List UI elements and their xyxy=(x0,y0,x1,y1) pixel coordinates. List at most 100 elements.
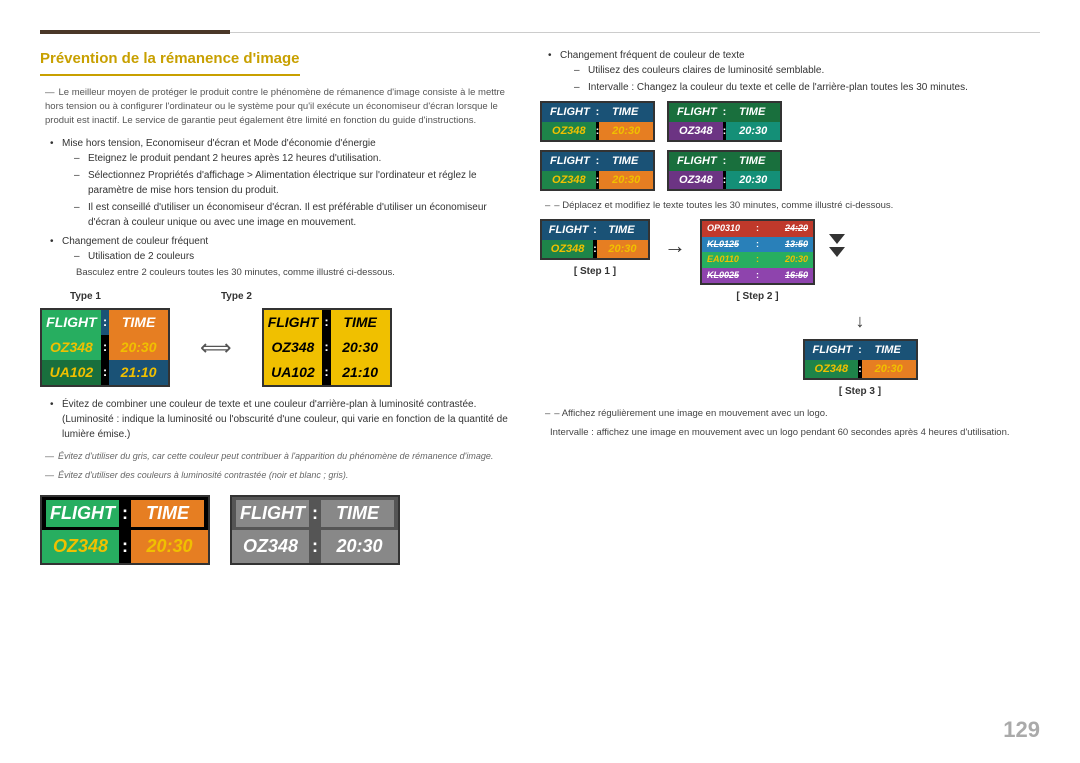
s1d2: 20:30 xyxy=(597,240,648,259)
sub-list-1: Eteignez le produit pendant 2 heures apr… xyxy=(62,151,520,230)
bottom-board-2: FLIGHT : TIME OZ348 : 20:30 xyxy=(230,495,400,565)
s2r4: KL0025 : 16:50 xyxy=(702,268,813,284)
s1-header: FLIGHT : TIME xyxy=(542,221,648,240)
r2ah2: TIME xyxy=(599,153,651,170)
r2a-header: FLIGHT : TIME xyxy=(542,152,653,171)
type1-header: FLIGHT : TIME xyxy=(42,310,168,335)
type2-header: FLIGHT : TIME xyxy=(264,310,390,335)
dark-line xyxy=(40,30,230,34)
r2ad2: 20:30 xyxy=(599,171,653,190)
s2r1: OP0310 : 24:20 xyxy=(702,221,813,237)
page-number: 129 xyxy=(1003,717,1040,743)
t1sep: : xyxy=(101,310,109,335)
r2bh1: FLIGHT xyxy=(671,153,723,170)
bb1dsep: : xyxy=(119,530,131,563)
bb2d1: OZ348 xyxy=(232,530,309,563)
right-boards-row2: FLIGHT : TIME OZ348 : 20:30 FLIGHT : xyxy=(540,150,1040,191)
s3h2: TIME xyxy=(862,342,914,359)
s2r3: EA0110 : 20:30 xyxy=(702,252,813,268)
s3d2: 20:30 xyxy=(862,360,916,379)
page: Prévention de la rémanence d'image Le me… xyxy=(0,0,1080,763)
step3-board: FLIGHT : TIME OZ348 : 20:30 xyxy=(803,339,918,380)
sub-list-2: Utilisation de 2 couleurs xyxy=(62,249,520,264)
sub-item-3: Il est conseillé d'utiliser un économise… xyxy=(74,200,520,230)
intro-note: Le meilleur moyen de protéger le produit… xyxy=(40,86,520,129)
down-arrows xyxy=(829,234,845,260)
s2r3v: 20:30 xyxy=(759,253,811,267)
italic-note2: Évitez d'utiliser des couleurs à luminos… xyxy=(40,469,520,483)
italic-note1: Évitez d'utiliser du gris, car cette cou… xyxy=(40,450,520,464)
t2d2sep: : xyxy=(322,360,330,385)
r1a-header: FLIGHT : TIME xyxy=(542,103,653,122)
r1bh2: TIME xyxy=(726,104,778,121)
step-arrow-1-2: → xyxy=(660,229,690,262)
r1b-row1: OZ348 : 20:30 xyxy=(669,122,780,141)
rs1: Utilisez des couleurs claires de luminos… xyxy=(574,63,1040,78)
right-column: Changement fréquent de couleur de texte … xyxy=(540,48,1040,743)
down-arrow-1 xyxy=(829,234,845,244)
sub-item-1: Eteignez le produit pendant 2 heures apr… xyxy=(74,151,520,166)
basculez-note: Basculez entre 2 couleurs toutes les 30 … xyxy=(62,266,520,280)
r1b-header: FLIGHT : TIME xyxy=(669,103,780,122)
bullet-item-2: Changement de couleur fréquent Utilisati… xyxy=(50,234,520,280)
bb1-row1: OZ348 : 20:30 xyxy=(42,530,208,563)
s3h1: FLIGHT xyxy=(807,342,859,359)
t1h1: FLIGHT xyxy=(42,310,101,335)
s2r1v: 24:20 xyxy=(759,222,811,236)
type-boards-row: FLIGHT : TIME OZ348 : 20:30 UA102 : 21:1… xyxy=(40,308,520,387)
step2-board: OP0310 : 24:20 KL0125 : 13:50 EA0110 : xyxy=(700,219,815,285)
t2h2: TIME xyxy=(331,310,390,335)
step1-label: [ Step 1 ] xyxy=(574,264,616,279)
s1h2: TIME xyxy=(597,222,646,239)
light-line xyxy=(230,32,1040,33)
steps-area: FLIGHT : TIME OZ348 : 20:30 [ Step 1 ] → xyxy=(540,219,1040,304)
r1a-board: FLIGHT : TIME OZ348 : 20:30 xyxy=(540,101,655,142)
type2-row1: OZ348 : 20:30 xyxy=(264,335,390,360)
s1d1: OZ348 xyxy=(542,240,593,259)
sub-item-4: Utilisation de 2 couleurs xyxy=(74,249,520,264)
rs2: Intervalle : Changez la couleur du texte… xyxy=(574,80,1040,95)
s3-header: FLIGHT : TIME xyxy=(805,341,916,360)
bottom-board-1: FLIGHT : TIME OZ348 : 20:30 xyxy=(40,495,210,565)
r2ad1: OZ348 xyxy=(542,171,596,190)
type-labels: Type 1 Type 2 xyxy=(40,289,520,304)
s2r2v: 13:50 xyxy=(759,238,811,252)
final-notes: – Affichez régulièrement une image en mo… xyxy=(540,407,1040,439)
type2-board: FLIGHT : TIME OZ348 : 20:30 UA102 : 21:1… xyxy=(262,308,392,387)
main-bullets: Mise hors tension, Economiseur d'écran e… xyxy=(40,136,520,280)
r2b-row1: OZ348 : 20:30 xyxy=(669,171,780,190)
bb1sep: : xyxy=(119,500,131,527)
step-note: – Déplacez et modifiez le texte toutes l… xyxy=(540,199,1040,213)
bb2-row1: OZ348 : 20:30 xyxy=(232,530,398,563)
t2d1sep: : xyxy=(322,335,330,360)
bb2dsep: : xyxy=(309,530,321,563)
r1ah1: FLIGHT xyxy=(544,104,596,121)
step1-board: FLIGHT : TIME OZ348 : 20:30 xyxy=(540,219,650,260)
r1bh1: FLIGHT xyxy=(671,104,723,121)
r1bd2: 20:30 xyxy=(726,122,780,141)
s3-row: OZ348 : 20:30 xyxy=(805,360,916,379)
s2r4v: 16:50 xyxy=(759,269,811,283)
t1d2v: 21:10 xyxy=(109,360,168,385)
t1d2sep: : xyxy=(101,360,109,385)
right-bullets: Changement fréquent de couleur de texte … xyxy=(540,48,1040,95)
t1h2: TIME xyxy=(109,310,168,335)
t2d1v: 20:30 xyxy=(331,335,390,360)
bb2-header: FLIGHT : TIME xyxy=(232,497,398,530)
step3-arrow-down: ↓ xyxy=(856,308,865,335)
top-decoration xyxy=(40,30,1040,34)
bb2h2: TIME xyxy=(321,500,394,527)
sub-item-2: Sélectionnez Propriétés d'affichage > Al… xyxy=(74,168,520,198)
step2-label: [ Step 2 ] xyxy=(736,289,778,304)
r1ad1: OZ348 xyxy=(542,122,596,141)
type1-board: FLIGHT : TIME OZ348 : 20:30 UA102 : 21:1… xyxy=(40,308,170,387)
s2r1c1: OP0310 xyxy=(704,222,756,236)
step3-label: [ Step 3 ] xyxy=(839,384,881,399)
right-bullet-1: Changement fréquent de couleur de texte … xyxy=(548,48,1040,95)
s2r2c1: KL0125 xyxy=(704,238,756,252)
t1d1: OZ348 xyxy=(42,335,101,360)
t1d1v: 20:30 xyxy=(109,335,168,360)
r1ah2: TIME xyxy=(599,104,651,121)
bb2h1: FLIGHT xyxy=(236,500,309,527)
s2r2: KL0125 : 13:50 xyxy=(702,237,813,253)
